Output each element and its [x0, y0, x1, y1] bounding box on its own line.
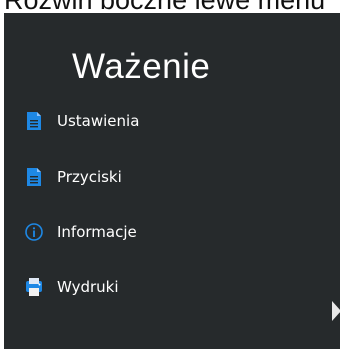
menu-item-label: Ustawienia — [57, 112, 140, 130]
printer-icon — [25, 277, 43, 297]
expand-arrow-icon[interactable] — [332, 301, 340, 321]
page-caption: Rozwiń boczne lewe menu — [0, 0, 345, 14]
menu-item-settings[interactable]: Ustawienia — [25, 107, 139, 135]
page-title: Ważenie — [72, 47, 211, 86]
menu-item-label: Informacje — [57, 223, 137, 241]
side-menu-panel: Ważenie Ustawienia Przyciski Informacje … — [4, 13, 340, 349]
menu-item-buttons[interactable]: Przyciski — [25, 163, 122, 191]
document-icon — [25, 167, 43, 187]
menu-item-label: Wydruki — [57, 278, 119, 296]
menu-item-info[interactable]: Informacje — [25, 218, 137, 246]
document-icon — [25, 111, 43, 131]
info-icon — [25, 222, 43, 242]
menu-item-prints[interactable]: Wydruki — [25, 273, 119, 301]
menu-item-label: Przyciski — [57, 168, 122, 186]
